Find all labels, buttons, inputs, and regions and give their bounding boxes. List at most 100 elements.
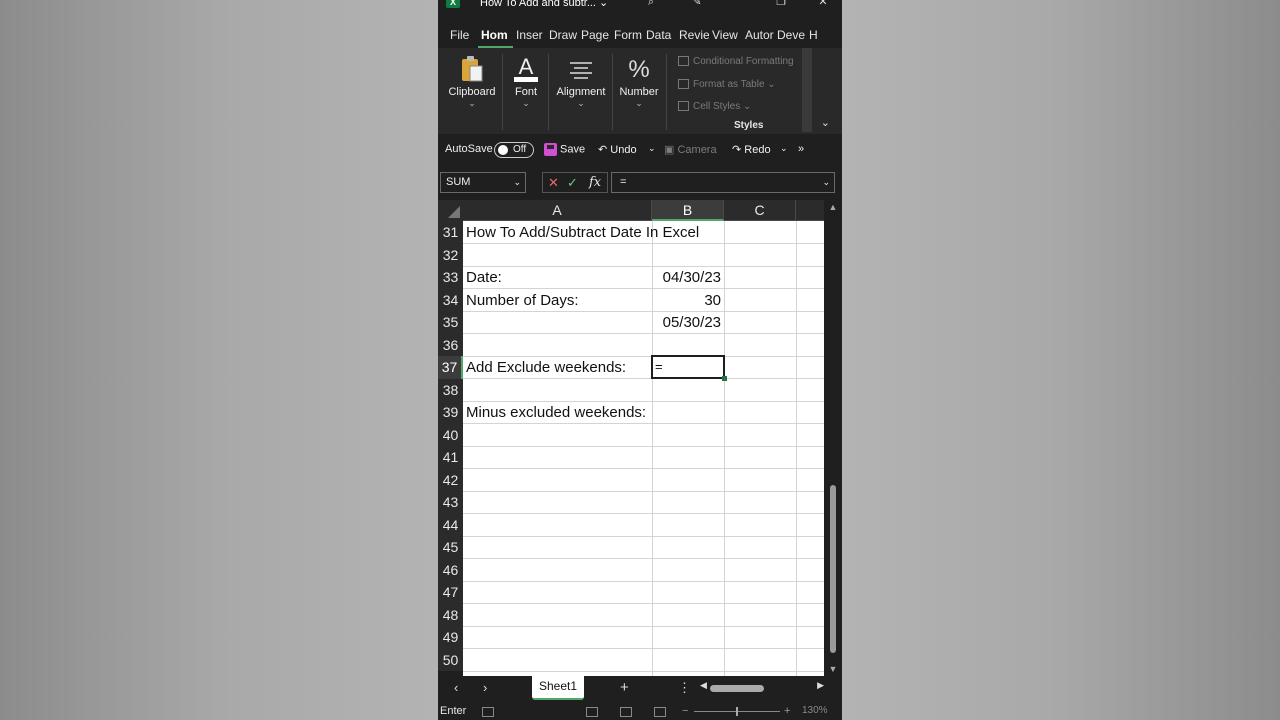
add-sheet-button[interactable]: + (620, 679, 629, 696)
redo-button[interactable]: ↷ Redo (732, 143, 771, 156)
more-options-icon[interactable]: ⋮ (678, 680, 691, 696)
camera-button[interactable]: ▣ Camera (664, 143, 717, 156)
scroll-up-icon[interactable]: ▲ (827, 202, 839, 212)
row-header[interactable]: 45 (438, 536, 463, 559)
cell-a33[interactable]: Date: (463, 266, 505, 288)
conditional-formatting-button[interactable]: Conditional Formatting (678, 56, 794, 67)
row-header[interactable]: 34 (438, 288, 463, 311)
save-icon (544, 143, 557, 156)
alignment-group[interactable]: Alignment ⌄ (552, 50, 610, 130)
zoom-out-icon[interactable]: − (682, 705, 688, 717)
cell-area[interactable]: How To Add/Subtract Date In Excel Date: … (463, 221, 824, 676)
enter-icon[interactable]: ✓ (567, 173, 578, 192)
row-header[interactable]: 36 (438, 333, 463, 356)
scroll-left-icon[interactable]: ◀ (700, 680, 707, 691)
ribbon-collapse-icon[interactable]: ⌄ (821, 116, 830, 129)
zoom-level[interactable]: 130% (802, 705, 828, 716)
restore-icon[interactable]: ❐ (774, 0, 788, 8)
tab-home[interactable]: Hom (478, 24, 513, 48)
tab-automate[interactable]: Autor (742, 24, 774, 48)
formula-input[interactable]: = ⌄ (611, 172, 835, 193)
row-header[interactable]: 43 (438, 491, 463, 514)
row-header[interactable]: 47 (438, 581, 463, 604)
document-title[interactable]: How To Add and subtr... ⌄ (480, 0, 608, 9)
zoom-in-icon[interactable]: + (784, 705, 790, 717)
scroll-right-icon[interactable]: ▶ (817, 680, 824, 691)
select-all-button[interactable] (438, 200, 463, 221)
column-header-c[interactable]: C (724, 200, 796, 221)
undo-dropdown-icon[interactable]: ⌄ (648, 143, 656, 154)
tab-help[interactable]: H (806, 24, 826, 48)
chevron-down-icon[interactable]: ⌄ (513, 173, 521, 192)
row-header[interactable]: 49 (438, 626, 463, 649)
previous-sheet-icon[interactable]: ‹ (454, 680, 458, 695)
row-header[interactable]: 46 (438, 558, 463, 581)
row-header[interactable]: 32 (438, 243, 463, 266)
more-commands-button[interactable]: » (798, 143, 804, 155)
cell-b35[interactable]: 05/30/23 (652, 311, 724, 333)
cell-a34[interactable]: Number of Days: (463, 289, 582, 311)
font-group[interactable]: A Font ⌄ (506, 50, 546, 130)
cell-a39[interactable]: Minus excluded weekends: (463, 401, 649, 423)
number-group[interactable]: % Number ⌄ (616, 50, 662, 130)
horizontal-scroll-thumb[interactable] (710, 685, 764, 692)
column-header-a[interactable]: A (463, 200, 652, 221)
vertical-scrollbar[interactable]: ▲ ▼ (826, 200, 840, 676)
autosave-toggle[interactable]: Off (494, 142, 534, 158)
name-box[interactable]: SUM ⌄ (440, 172, 526, 193)
pen-icon[interactable]: ✎ (690, 0, 704, 8)
row-header[interactable]: 50 (438, 648, 463, 671)
tab-page-layout[interactable]: Page (578, 24, 611, 48)
row-header[interactable]: 33 (438, 266, 463, 289)
sheet-tab-sheet1[interactable]: Sheet1 (532, 676, 585, 700)
tab-insert[interactable]: Inser (513, 24, 546, 48)
tab-review[interactable]: Revie (676, 24, 709, 48)
cell-b33[interactable]: 04/30/23 (652, 266, 724, 288)
scroll-down-icon[interactable]: ▼ (827, 664, 839, 674)
cell-b34[interactable]: 30 (652, 289, 724, 311)
ribbon-scroll-button[interactable] (802, 48, 812, 132)
vertical-scroll-thumb[interactable] (830, 485, 836, 653)
cell-a31[interactable]: How To Add/Subtract Date In Excel (463, 221, 702, 243)
expand-formula-icon[interactable]: ⌄ (822, 173, 830, 192)
tab-draw[interactable]: Draw (546, 24, 578, 48)
tab-data[interactable]: Data (643, 24, 676, 48)
row-header[interactable]: 41 (438, 446, 463, 469)
row-header[interactable]: 39 (438, 401, 463, 424)
page-break-view-icon[interactable] (654, 707, 666, 717)
format-as-table-button[interactable]: Format as Table ⌄ (678, 79, 776, 90)
tab-developer[interactable]: Deve (774, 24, 806, 48)
save-button[interactable]: Save (544, 143, 585, 156)
clipboard-group[interactable]: Clipboard ⌄ (444, 50, 500, 130)
row-header[interactable]: 37 (438, 356, 463, 379)
ribbon-separator (612, 54, 613, 130)
insert-function-icon[interactable]: fx (589, 173, 601, 192)
cell-a37[interactable]: Add Exclude weekends: (463, 356, 629, 378)
redo-dropdown-icon[interactable]: ⌄ (780, 143, 788, 154)
tab-formulas[interactable]: Form (611, 24, 643, 48)
row-header[interactable]: 48 (438, 603, 463, 626)
close-icon[interactable]: ✕ (816, 0, 830, 8)
row-header[interactable]: 31 (438, 221, 463, 244)
next-sheet-icon[interactable]: › (483, 680, 487, 695)
undo-button[interactable]: ↶ Undo (598, 143, 637, 156)
accessibility-icon[interactable] (482, 707, 494, 717)
horizontal-scrollbar[interactable]: ◀ ▶ (700, 680, 824, 694)
tab-file[interactable]: File (438, 24, 478, 48)
clipboard-icon (444, 50, 500, 84)
tab-view[interactable]: View (709, 24, 742, 48)
column-header-b[interactable]: B (652, 200, 724, 221)
normal-view-icon[interactable] (586, 707, 598, 717)
row-header[interactable]: 35 (438, 311, 463, 334)
zoom-slider-handle[interactable] (736, 707, 738, 716)
row-header[interactable]: 44 (438, 513, 463, 536)
row-header[interactable]: 38 (438, 378, 463, 401)
page-layout-view-icon[interactable] (620, 707, 632, 717)
table-icon (678, 79, 689, 90)
active-cell-b37[interactable]: = (651, 355, 727, 381)
search-icon[interactable]: ⌕ (644, 0, 658, 8)
row-header[interactable]: 40 (438, 423, 463, 446)
row-header[interactable]: 42 (438, 468, 463, 491)
cell-styles-button[interactable]: Cell Styles ⌄ (678, 101, 751, 112)
cancel-icon[interactable]: ✕ (548, 173, 559, 192)
